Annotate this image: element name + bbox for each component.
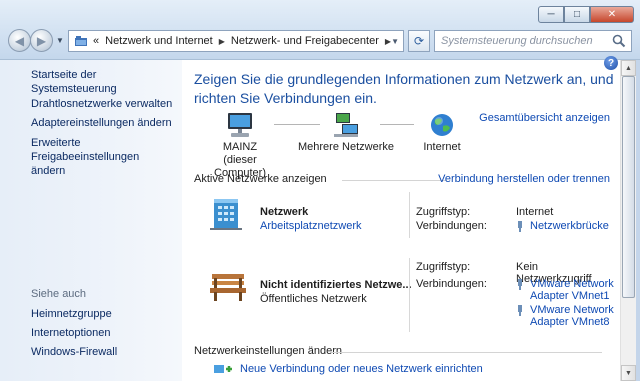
minimize-button[interactable]: ─	[538, 6, 564, 23]
sidebar-item-sharing[interactable]: Erweiterte Freigabeeinstellungen ändern	[31, 136, 171, 178]
back-button[interactable]: ◀	[8, 29, 31, 52]
scroll-up-icon[interactable]: ▲	[621, 60, 636, 76]
globe-icon	[431, 114, 453, 136]
address-bar[interactable]: « Netzwerk und Internet ▶ Netzwerk- und …	[68, 30, 404, 52]
address-overflow[interactable]: «	[93, 35, 99, 47]
map-node-networks[interactable]: Mehrere Netzwerke	[294, 112, 398, 154]
scroll-thumb[interactable]	[622, 76, 635, 298]
section-divider	[342, 180, 446, 181]
scroll-down-icon[interactable]: ▼	[621, 365, 636, 381]
bench-icon[interactable]	[208, 272, 248, 302]
network-name: Netzwerk	[260, 206, 309, 218]
network-divider	[409, 192, 410, 238]
address-dropdown-icon[interactable]: ▼	[391, 37, 399, 46]
forward-button[interactable]: ▶	[30, 29, 53, 52]
network-type: Öffentliches Netzwerk	[260, 293, 367, 305]
plug-icon	[518, 279, 522, 290]
refresh-button[interactable]: ⟳	[408, 30, 430, 52]
help-icon[interactable]: ?	[604, 56, 618, 70]
sidebar-item-home[interactable]: Startseite der Systemsteuerung	[31, 68, 182, 96]
networks-label: Mehrere Netzwerke	[298, 141, 394, 153]
connection-name[interactable]: VMware Network Adapter VMnet8	[530, 304, 614, 328]
active-networks-header: Aktive Netzwerke anzeigen	[194, 173, 327, 185]
search-icon[interactable]	[612, 34, 626, 48]
breadcrumb-network-internet[interactable]: Netzwerk und Internet	[105, 35, 213, 47]
history-dropdown[interactable]: ▼	[56, 36, 64, 45]
computer-icon	[228, 113, 252, 137]
computer-name: MAINZ	[222, 141, 258, 153]
plug-icon	[518, 221, 522, 232]
navigation-bar: ◀ ▶ ▼ « Netzwerk und Internet ▶ Netzwerk…	[8, 28, 632, 54]
maximize-button[interactable]: □	[564, 6, 590, 23]
access-type-value: Internet	[516, 206, 554, 218]
map-node-internet[interactable]: Internet	[418, 112, 466, 154]
refresh-icon: ⟳	[413, 34, 425, 48]
new-connection-icon[interactable]	[212, 362, 234, 376]
main-content: ? Zeigen Sie die grundlegenden Informati…	[182, 56, 620, 381]
sidebar-item-homegroup[interactable]: Heimnetzgruppe	[31, 307, 112, 321]
section-divider	[332, 352, 602, 353]
breadcrumb-separator-icon[interactable]: ▶	[219, 37, 225, 46]
window-controls: ─ □ ✕	[538, 6, 634, 23]
window-chrome: ─ □ ✕ ◀ ▶ ▼ « Netzwerk und Internet ▶ Ne…	[0, 0, 640, 60]
network-entry: Netzwerk Arbeitsplatznetzwerk Zugriffsty…	[194, 192, 614, 242]
connections-label: Verbindungen:	[416, 278, 487, 290]
connect-disconnect-link[interactable]: Verbindung herstellen oder trennen	[438, 173, 610, 185]
sidebar-item-internet-options[interactable]: Internetoptionen	[31, 326, 111, 340]
search-box[interactable]	[434, 30, 632, 52]
sidebar: Startseite der Systemsteuerung Drahtlosn…	[0, 60, 182, 381]
connection-link[interactable]: VMware Network Adapter VMnet8	[516, 304, 614, 328]
new-connection-link[interactable]: Neue Verbindung oder neues Netzwerk einr…	[240, 363, 483, 375]
vertical-scrollbar[interactable]: ▲ ▼	[620, 60, 636, 381]
search-input[interactable]	[441, 35, 609, 47]
settings-header: Netzwerkeinstellungen ändern	[194, 345, 342, 357]
folder-icon	[75, 36, 87, 46]
window-border	[636, 60, 640, 381]
page-title: Zeigen Sie die grundlegenden Information…	[194, 71, 614, 106]
network-icon	[334, 113, 358, 137]
access-type-label: Zugriffstyp:	[416, 261, 471, 273]
breadcrumb-network-center[interactable]: Netzwerk- und Freigabecenter	[231, 35, 379, 47]
access-type-label: Zugriffstyp:	[416, 206, 471, 218]
sidebar-item-adapter[interactable]: Adaptereinstellungen ändern	[31, 116, 172, 130]
close-button[interactable]: ✕	[590, 6, 634, 23]
map-connector	[380, 124, 414, 125]
sidebar-item-wireless[interactable]: Drahtlosnetzwerke verwalten	[31, 97, 172, 111]
connection-name[interactable]: VMware Network Adapter VMnet1	[530, 278, 614, 302]
network-divider	[409, 258, 410, 332]
back-arrow-icon: ◀	[14, 33, 25, 48]
internet-label: Internet	[423, 141, 461, 153]
connection-link[interactable]: VMware Network Adapter VMnet1	[516, 278, 614, 302]
map-node-computer[interactable]: MAINZ (dieser Computer)	[204, 112, 276, 180]
overview-link[interactable]: Gesamtübersicht anzeigen	[479, 112, 610, 124]
network-name: Nicht identifiziertes Netzwe...	[260, 279, 412, 291]
building-icon[interactable]	[208, 197, 244, 231]
connection-link[interactable]: Netzwerkbrücke	[516, 220, 614, 232]
connection-name[interactable]: Netzwerkbrücke	[530, 220, 609, 232]
network-type-link[interactable]: Arbeitsplatznetzwerk	[260, 220, 362, 232]
connections-label: Verbindungen:	[416, 220, 487, 232]
plug-icon	[518, 305, 522, 316]
see-also-heading: Siehe auch	[31, 288, 87, 300]
network-entry: Nicht identifiziertes Netzwe... Öffentli…	[194, 258, 614, 332]
sidebar-item-firewall[interactable]: Windows-Firewall	[31, 345, 117, 359]
forward-arrow-icon: ▶	[36, 33, 47, 48]
